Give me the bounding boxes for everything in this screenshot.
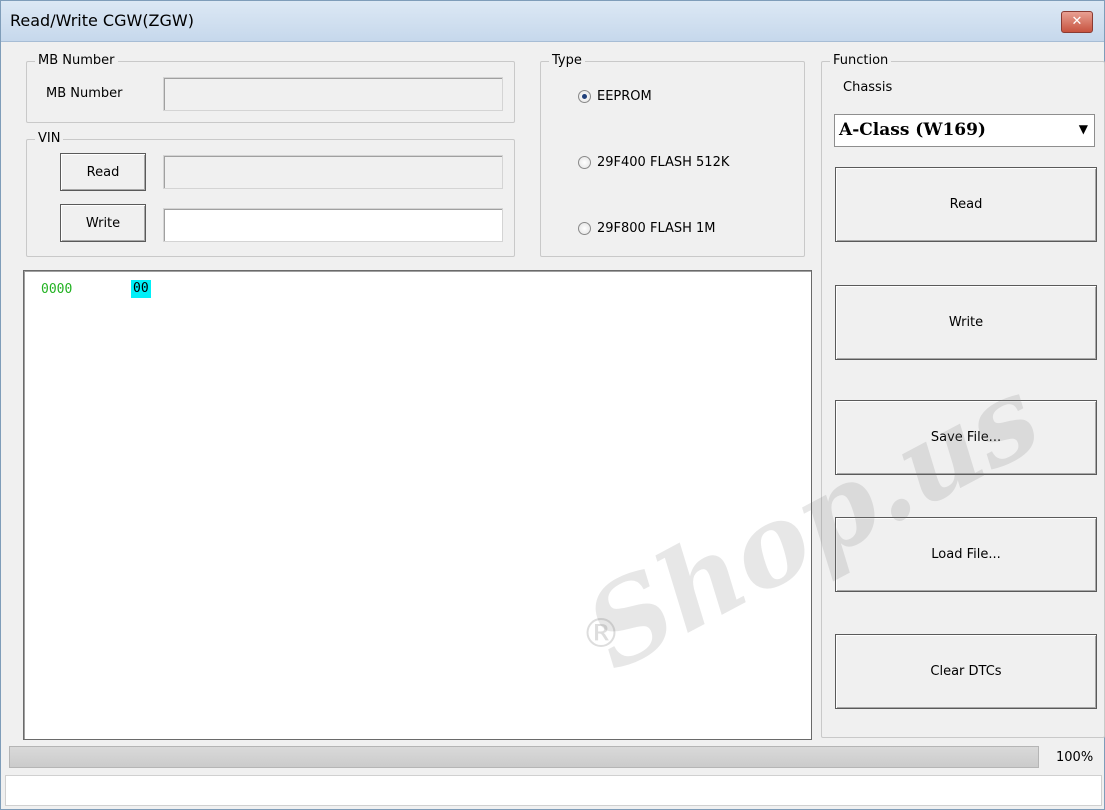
save-file-button[interactable]: Save File... xyxy=(835,400,1097,475)
radio-indicator xyxy=(578,90,591,103)
radio-indicator xyxy=(578,222,591,235)
read-button-label: Read xyxy=(949,197,983,212)
title-bar: Read/Write CGW(ZGW) ✕ xyxy=(1,1,1104,42)
type-legend: Type xyxy=(549,53,585,69)
chevron-down-icon: ▼ xyxy=(1078,122,1088,136)
progress-label: 100% xyxy=(1056,750,1094,765)
close-icon: ✕ xyxy=(1071,14,1083,29)
window-title: Read/Write CGW(ZGW) xyxy=(10,11,194,30)
write-button[interactable]: Write xyxy=(835,285,1097,360)
write-button-label: Write xyxy=(948,315,984,330)
radio-29f800-label: 29F800 FLASH 1M xyxy=(597,221,716,236)
app-window: Read/Write CGW(ZGW) ✕ MB Number MB Numbe… xyxy=(0,0,1105,810)
hex-view[interactable]: 0000 00 xyxy=(23,270,812,740)
progress-bar xyxy=(9,746,1039,768)
save-file-label: Save File... xyxy=(930,430,1002,445)
radio-29f800[interactable]: 29F800 FLASH 1M xyxy=(578,221,716,236)
chassis-value: A-Class (W169) xyxy=(839,120,986,140)
clear-dtcs-label: Clear DTCs xyxy=(930,664,1002,679)
hex-address: 0000 xyxy=(41,282,73,297)
vin-read-label: Read xyxy=(86,164,120,180)
hex-byte[interactable]: 00 xyxy=(131,280,151,298)
load-file-button[interactable]: Load File... xyxy=(835,517,1097,592)
radio-29f400[interactable]: 29F400 FLASH 512K xyxy=(578,155,729,170)
radio-indicator xyxy=(578,156,591,169)
vin-write-field[interactable] xyxy=(163,208,503,242)
radio-eeprom-label: EEPROM xyxy=(597,89,652,104)
vin-write-button[interactable]: Write xyxy=(60,204,146,242)
vin-read-button[interactable]: Read xyxy=(60,153,146,191)
close-button[interactable]: ✕ xyxy=(1061,11,1093,33)
vin-legend: VIN xyxy=(35,131,64,147)
vin-write-label: Write xyxy=(85,215,121,231)
mb-number-legend: MB Number xyxy=(35,53,118,69)
chassis-select[interactable]: A-Class (W169) ▼ xyxy=(834,114,1095,147)
clear-dtcs-button[interactable]: Clear DTCs xyxy=(835,634,1097,709)
chassis-label: Chassis xyxy=(843,80,893,95)
read-button[interactable]: Read xyxy=(835,167,1097,242)
radio-eeprom[interactable]: EEPROM xyxy=(578,89,652,104)
function-legend: Function xyxy=(830,53,892,69)
vin-read-field[interactable] xyxy=(163,155,503,189)
radio-29f400-label: 29F400 FLASH 512K xyxy=(597,155,730,170)
progress-fill xyxy=(10,747,1038,767)
mb-number-label: MB Number xyxy=(46,86,123,101)
status-bar xyxy=(5,775,1102,806)
mb-number-field[interactable] xyxy=(163,77,503,111)
load-file-label: Load File... xyxy=(931,547,1001,562)
